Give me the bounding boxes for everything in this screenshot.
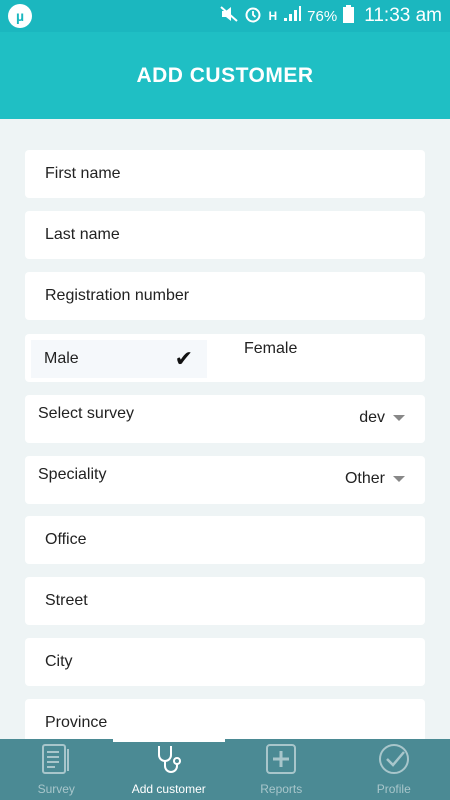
gender-selector: Male ✔ Female bbox=[25, 334, 425, 382]
survey-select[interactable]: Select survey dev bbox=[25, 395, 425, 443]
registration-number-field[interactable]: Registration number bbox=[25, 272, 425, 320]
nav-item-reports-label: Reports bbox=[260, 782, 303, 796]
clock: 11:33 am bbox=[364, 5, 442, 26]
nav-item-survey-label: Survey bbox=[37, 782, 75, 796]
gender-male-option[interactable]: Male ✔ bbox=[31, 340, 207, 378]
nav-item-survey[interactable]: Survey bbox=[0, 739, 113, 800]
chevron-down-icon bbox=[393, 415, 405, 421]
active-tab-indicator bbox=[112, 739, 225, 742]
battery-percent: 76% bbox=[307, 7, 338, 25]
chevron-down-icon bbox=[393, 476, 405, 482]
street-placeholder: Street bbox=[45, 592, 88, 609]
checkmark-icon: ✔ bbox=[174, 346, 193, 371]
stethoscope-icon bbox=[153, 743, 185, 782]
bottom-navigation: Survey Add customer Reports Profile bbox=[0, 739, 450, 800]
nav-item-profile-label: Profile bbox=[376, 782, 411, 796]
first-name-placeholder: First name bbox=[45, 165, 121, 182]
app-logo-icon: µ bbox=[8, 4, 32, 28]
last-name-field[interactable]: Last name bbox=[25, 211, 425, 259]
plus-square-icon bbox=[265, 743, 297, 782]
alarm-icon bbox=[244, 5, 262, 27]
speciality-select-label: Speciality bbox=[38, 466, 107, 483]
first-name-field[interactable]: First name bbox=[25, 150, 425, 198]
check-circle-icon bbox=[378, 743, 410, 782]
gender-female-label: Female bbox=[244, 340, 298, 357]
gender-female-option[interactable]: Female bbox=[244, 340, 297, 358]
city-placeholder: City bbox=[45, 653, 73, 670]
speciality-select[interactable]: Speciality Other bbox=[25, 456, 425, 504]
clipboard-icon bbox=[41, 743, 71, 782]
registration-number-placeholder: Registration number bbox=[45, 287, 190, 304]
office-placeholder: Office bbox=[45, 531, 87, 548]
nav-item-profile[interactable]: Profile bbox=[338, 739, 450, 800]
page-title: ADD CUSTOMER bbox=[0, 32, 450, 119]
nav-item-add-customer-label: Add customer bbox=[131, 782, 206, 796]
network-h-icon: H bbox=[268, 9, 278, 23]
gender-male-label: Male bbox=[44, 350, 79, 367]
mute-icon bbox=[220, 6, 239, 26]
nav-item-reports[interactable]: Reports bbox=[225, 739, 338, 800]
office-field[interactable]: Office bbox=[25, 516, 425, 564]
nav-item-add-customer[interactable]: Add customer bbox=[112, 739, 225, 800]
province-placeholder: Province bbox=[45, 714, 108, 731]
street-field[interactable]: Street bbox=[25, 577, 425, 625]
survey-select-value: dev bbox=[359, 409, 385, 426]
battery-icon bbox=[343, 5, 355, 27]
speciality-select-value: Other bbox=[344, 470, 385, 487]
city-field[interactable]: City bbox=[25, 638, 425, 686]
survey-select-label: Select survey bbox=[38, 405, 135, 422]
last-name-placeholder: Last name bbox=[45, 226, 120, 243]
status-bar: µ H 76% 11:33 am bbox=[0, 0, 450, 32]
signal-icon bbox=[283, 6, 302, 26]
